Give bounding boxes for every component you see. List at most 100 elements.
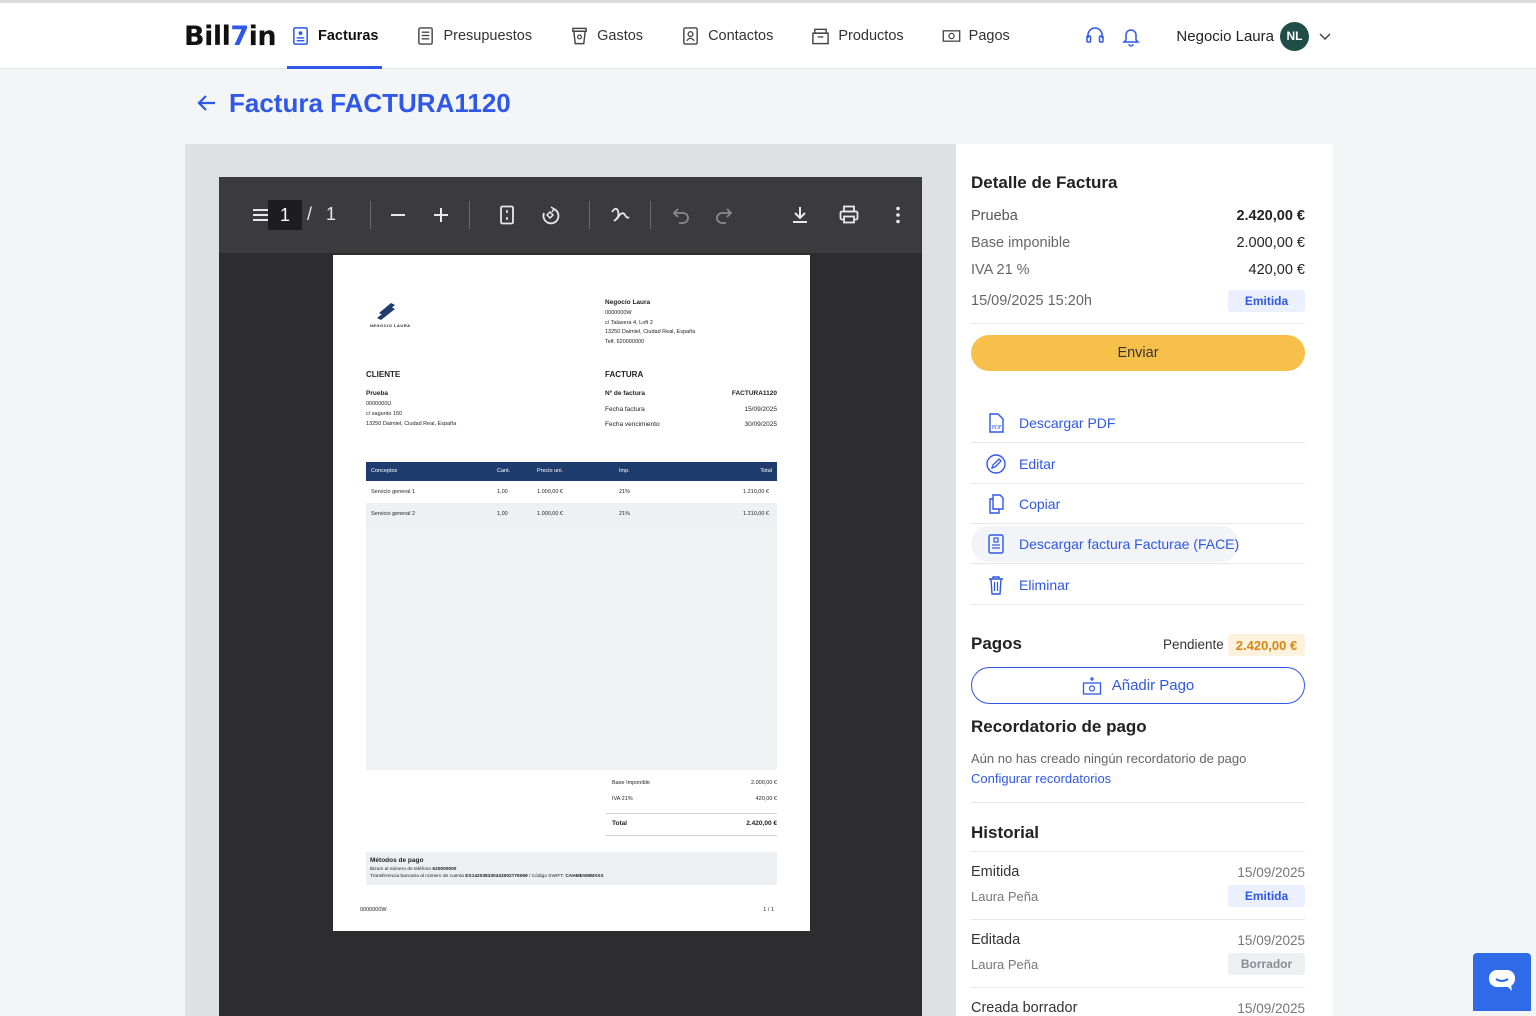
footer-nif: 0000000W (360, 907, 387, 913)
invoice-detail-panel: Detalle de Factura Prueba 2.420,00 € Bas… (956, 144, 1333, 1016)
tax-value: 420,00 € (755, 796, 777, 802)
invoice-number-value: FACTURA1120 (731, 390, 777, 397)
row-qty: 1,00 (497, 511, 508, 517)
back-arrow-icon[interactable] (196, 92, 218, 114)
quote-icon (416, 26, 435, 46)
nav-presupuestos[interactable]: Presupuestos (412, 3, 536, 69)
nav-contactos[interactable]: Contactos (677, 3, 777, 69)
toolbar-divider (589, 201, 590, 229)
more-options-icon[interactable] (887, 204, 909, 226)
print-icon[interactable] (838, 204, 860, 226)
row-price: 1.000,00 € (537, 489, 563, 495)
zoom-in-icon[interactable] (430, 204, 452, 226)
subtotal-label: Base Imponible (612, 780, 650, 786)
client-nif: 0000000U (366, 401, 392, 407)
page-number-input[interactable]: 1 (268, 200, 302, 230)
history-date: 15/09/2025 (1237, 865, 1305, 880)
fit-page-icon[interactable] (496, 204, 518, 226)
reminders-empty-text: Aún no has creado ningún recordatorio de… (971, 751, 1247, 766)
divider (971, 323, 1305, 324)
table-row: Servicio general 2 1,00 1.000,00 € 21% 1… (366, 503, 777, 525)
issuer-city: 13250 Daimiel, Ciudad Real, España (605, 329, 696, 335)
issued-datetime: 15/09/2025 15:20h (971, 293, 1092, 309)
invoice-number-label: Nº de factura (605, 390, 645, 397)
edit-action[interactable]: Editar (971, 444, 1305, 484)
row-total: 1.210,00 € (743, 489, 769, 495)
client-label: Prueba (971, 208, 1018, 224)
nav-productos[interactable]: Productos (807, 3, 907, 69)
client-heading: CLIENTE (366, 370, 401, 379)
total-label: Total (612, 820, 628, 827)
download-facturae-action[interactable]: Descargar factura Facturae (FACE) (971, 524, 1305, 564)
col-price: Precio uni. (537, 468, 563, 474)
row-qty: 1,00 (497, 489, 508, 495)
chevron-down-icon[interactable] (1318, 29, 1332, 43)
user-name[interactable]: Negocio Laura (1176, 28, 1274, 45)
history-date: 15/09/2025 (1237, 933, 1305, 948)
row-total: 1.210,00 € (743, 511, 769, 517)
company-logo (373, 301, 399, 321)
invoice-date-value: 15/09/2025 (744, 406, 777, 413)
undo-icon[interactable] (670, 204, 692, 226)
headset-icon[interactable] (1084, 25, 1106, 47)
configure-reminders-link[interactable]: Configurar recordatorios (971, 771, 1111, 786)
payment-methods-box: Métodos de pago Bizum al número de teléf… (366, 852, 777, 885)
totals-divider (606, 835, 777, 836)
send-button[interactable]: Enviar (971, 335, 1305, 371)
page-separator: / (307, 204, 313, 224)
nav-pagos[interactable]: Pagos (938, 3, 1014, 69)
copy-action[interactable]: Copiar (971, 484, 1305, 524)
iva-label: IVA 21 % (971, 262, 1030, 278)
divider (971, 851, 1305, 852)
download-icon[interactable] (789, 204, 811, 226)
iva-value: 420,00 € (1248, 262, 1305, 278)
divider (971, 802, 1305, 803)
status-badge: Emitida (1228, 290, 1305, 312)
bell-icon[interactable] (1120, 25, 1142, 47)
copy-icon (985, 493, 1007, 515)
box-icon (811, 26, 830, 46)
redo-icon[interactable] (713, 204, 735, 226)
base-value: 2.000,00 € (1236, 235, 1305, 251)
payments-heading: Pagos (971, 634, 1023, 653)
download-pdf-action[interactable]: PDF Descargar PDF (971, 403, 1305, 443)
history-date: 15/09/2025 (1237, 1001, 1305, 1016)
totals-divider (606, 813, 777, 814)
chat-button[interactable] (1473, 953, 1531, 1011)
money-icon (942, 26, 961, 46)
delete-action[interactable]: Eliminar (971, 565, 1305, 605)
issuer-nif: 0000000W (605, 310, 632, 316)
subtotal-value: 2.000,00 € (751, 780, 777, 786)
pdf-toolbar: 1 / 1 (219, 177, 922, 253)
pending-amount-badge: 2.420,00 € (1228, 634, 1305, 656)
invoice-date-label: Fecha factura (605, 406, 645, 413)
reminders-heading: Recordatorio de pago (971, 717, 1147, 736)
pdf-icon: PDF (985, 412, 1007, 434)
nav-facturas[interactable]: Facturas (287, 3, 383, 69)
history-event: Editada (971, 932, 1021, 948)
invoice-heading: FACTURA (605, 370, 644, 379)
annotate-icon[interactable] (609, 204, 631, 226)
money-add-icon (1082, 676, 1102, 696)
pending-label: Pendiente (1163, 637, 1224, 652)
history-status-badge: Emitida (1228, 885, 1305, 907)
row-tax: 21% (619, 511, 631, 517)
billin-logo[interactable]: Bill7in (184, 21, 277, 52)
company-logo-text: NEGOCIO LAURA (370, 323, 411, 328)
history-event: Creada borrador (971, 1000, 1078, 1016)
document-icon (985, 533, 1007, 555)
client-address: c/ sagunto 150 (366, 411, 403, 417)
client-name: Prueba (366, 390, 389, 397)
zoom-out-icon[interactable] (387, 204, 409, 226)
table-empty-area (366, 525, 777, 770)
payment-methods-heading: Métodos de pago (370, 857, 424, 864)
avatar[interactable]: NL (1280, 21, 1309, 51)
rotate-icon[interactable] (539, 204, 561, 226)
add-payment-button[interactable]: Añadir Pago (971, 667, 1305, 704)
issuer-address: c/ Talavera 4, Loft 2 (605, 320, 653, 326)
nav-gastos[interactable]: Gastos (566, 3, 647, 69)
history-heading: Historial (971, 823, 1040, 842)
row-price: 1.000,00 € (537, 511, 563, 517)
col-concepts: Conceptos (371, 468, 398, 474)
divider (971, 919, 1305, 920)
